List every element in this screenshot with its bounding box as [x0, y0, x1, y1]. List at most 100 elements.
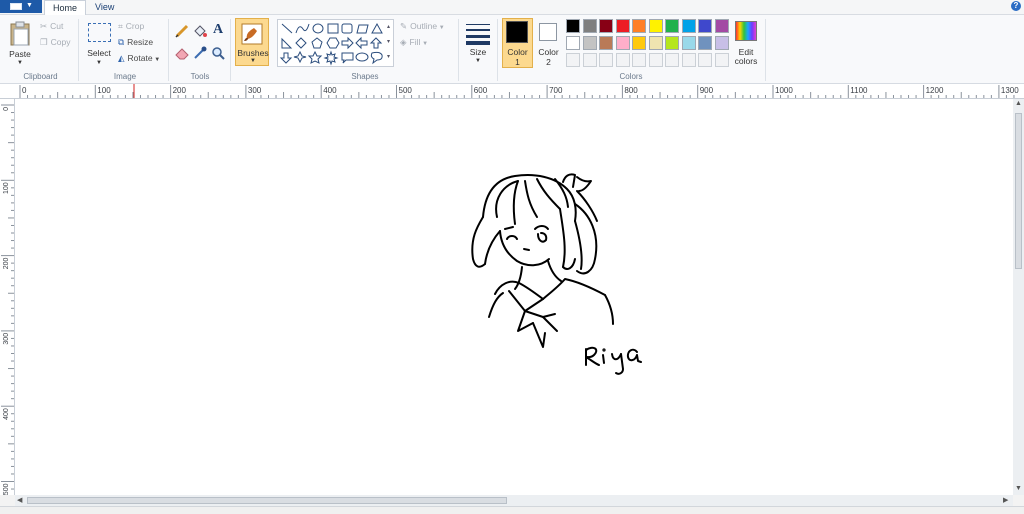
ruler-label: 1200 [926, 86, 944, 95]
color-swatch[interactable] [582, 36, 597, 50]
color-swatch[interactable] [632, 19, 646, 33]
ribbon: Paste ▼ ✂ Cut ❐ Copy Clipboard Select ▼ ⌗ C… [0, 15, 1024, 84]
sketch-drawing [471, 173, 642, 375]
color-swatch[interactable] [665, 19, 679, 33]
rotate-button[interactable]: ◭ Rotate ▼ [118, 53, 160, 64]
crop-icon: ⌗ [118, 21, 123, 32]
color-swatch[interactable] [599, 36, 613, 50]
copy-label: Copy [50, 37, 71, 47]
color2-label: Color [538, 47, 559, 57]
scroll-left-arrow-icon[interactable]: ◀ [17, 496, 22, 504]
custom-color-slot[interactable] [698, 53, 712, 67]
resize-button[interactable]: ⧉ Resize [118, 37, 153, 48]
color-swatch[interactable] [566, 36, 580, 50]
ruler-label: 500 [3, 483, 10, 495]
brushes-button[interactable]: Brushes ▼ [235, 18, 269, 66]
color-swatch[interactable] [665, 36, 679, 50]
custom-color-slot[interactable] [665, 53, 679, 67]
ruler-ticks: 0 100 200 300 400 500 600 700 800 900 1000 1100 1200… [19, 84, 1019, 98]
crop-button[interactable]: ⌗ Crop [118, 21, 144, 32]
eraser-icon[interactable] [174, 45, 190, 61]
fill-bucket-icon[interactable] [192, 23, 208, 39]
outline-button[interactable]: ✎ Outline ▼ [400, 21, 445, 32]
pencil-icon[interactable] [174, 23, 190, 39]
color-swatch[interactable] [714, 19, 729, 33]
cut-button[interactable]: ✂ Cut [40, 21, 63, 32]
custom-color-slot[interactable] [632, 53, 646, 67]
color-swatch[interactable] [615, 36, 630, 50]
tools-group-label: Tools [190, 72, 210, 81]
color-swatch[interactable] [681, 19, 696, 33]
color-picker-icon[interactable] [192, 45, 208, 61]
select-label: Select [87, 48, 111, 58]
ruler-label: 200 [3, 258, 10, 270]
chevron-down-icon: ▼ [26, 2, 33, 9]
color-swatch[interactable] [714, 36, 729, 50]
ruler-label: 900 [700, 86, 714, 95]
text-icon[interactable]: A [210, 22, 226, 38]
shapes-group-label: Shapes [351, 72, 379, 81]
color2-number: 2 [546, 57, 551, 67]
vertical-scroll-thumb[interactable] [1015, 113, 1022, 269]
copy-button[interactable]: ❐ Copy [40, 37, 70, 48]
ruler-label: 1300 [1001, 86, 1019, 95]
custom-color-slot[interactable] [582, 53, 597, 67]
outline-icon: ✎ [400, 21, 408, 32]
shapes-gallery[interactable] [277, 19, 394, 67]
scroll-down-arrow-icon[interactable]: ▼ [1015, 485, 1022, 492]
tab-home[interactable]: Home [44, 0, 87, 15]
divider [497, 19, 498, 81]
color-swatch[interactable] [698, 36, 712, 50]
custom-color-slot[interactable] [714, 53, 729, 67]
custom-color-slot[interactable] [648, 53, 663, 67]
magnifier-icon[interactable] [210, 45, 226, 61]
vertical-scrollbar[interactable]: ▲ ▼ [1013, 99, 1024, 495]
chevron-down-icon: ▼ [250, 58, 256, 64]
file-menu-button[interactable]: ▼ [0, 0, 42, 13]
color-swatch[interactable] [582, 19, 597, 33]
color-swatch[interactable] [599, 19, 613, 33]
select-button[interactable]: Select ▼ [84, 18, 114, 70]
vertical-ruler: 0 100 200 300 400 500 [0, 99, 15, 495]
ruler-label: 100 [3, 182, 10, 194]
horizontal-ruler: 0 100 200 300 400 500 600 700 800 900 1000 1100 1200… [0, 84, 1024, 99]
drawing-canvas[interactable] [15, 99, 1013, 495]
horizontal-scrollbar[interactable]: ◀ ▶ [15, 495, 1013, 506]
color-swatch[interactable] [648, 19, 663, 33]
rotate-label: Rotate [127, 53, 153, 63]
color2-swatch[interactable] [539, 23, 557, 41]
ruler-label: 700 [549, 86, 563, 95]
canvas-viewport [15, 99, 1013, 495]
fill-button[interactable]: ◈ Fill ▼ [400, 37, 428, 48]
tab-view[interactable]: View [87, 0, 122, 14]
scroll-right-arrow-icon[interactable]: ▶ [1003, 496, 1008, 504]
ruler-label: 100 [97, 86, 111, 95]
shapes-icons [279, 22, 383, 66]
color-swatch[interactable] [632, 36, 646, 50]
custom-color-slot[interactable] [599, 53, 613, 67]
outline-label: Outline [410, 21, 438, 31]
ruler-label: 1100 [850, 86, 868, 95]
paste-button[interactable]: Paste ▼ [5, 18, 35, 70]
color1-swatch[interactable] [506, 21, 528, 43]
size-button[interactable]: Size ▼ [463, 18, 493, 70]
horizontal-scroll-thumb[interactable] [27, 497, 507, 504]
help-icon[interactable]: ? [1011, 1, 1021, 11]
ruler-label: 400 [323, 86, 337, 95]
resize-icon: ⧉ [118, 37, 125, 48]
color-swatch[interactable] [681, 36, 696, 50]
file-menu-icon [10, 3, 22, 10]
custom-color-slot[interactable] [681, 53, 696, 67]
ruler-label: 1000 [775, 86, 793, 95]
color-swatch[interactable] [648, 36, 663, 50]
divider [458, 19, 459, 81]
edit-colors-button[interactable]: Edit colors [732, 18, 760, 70]
color-swatch[interactable] [698, 19, 712, 33]
shapes-scroll-arrows[interactable]: ▴ ▾ ▾ [387, 20, 394, 66]
color-swatch[interactable] [566, 19, 580, 33]
scroll-up-arrow-icon[interactable]: ▲ [1015, 100, 1022, 107]
ruler-label: 300 [248, 86, 262, 95]
color-swatch[interactable] [615, 19, 630, 33]
custom-color-slot[interactable] [566, 53, 580, 67]
custom-color-slot[interactable] [615, 53, 630, 67]
